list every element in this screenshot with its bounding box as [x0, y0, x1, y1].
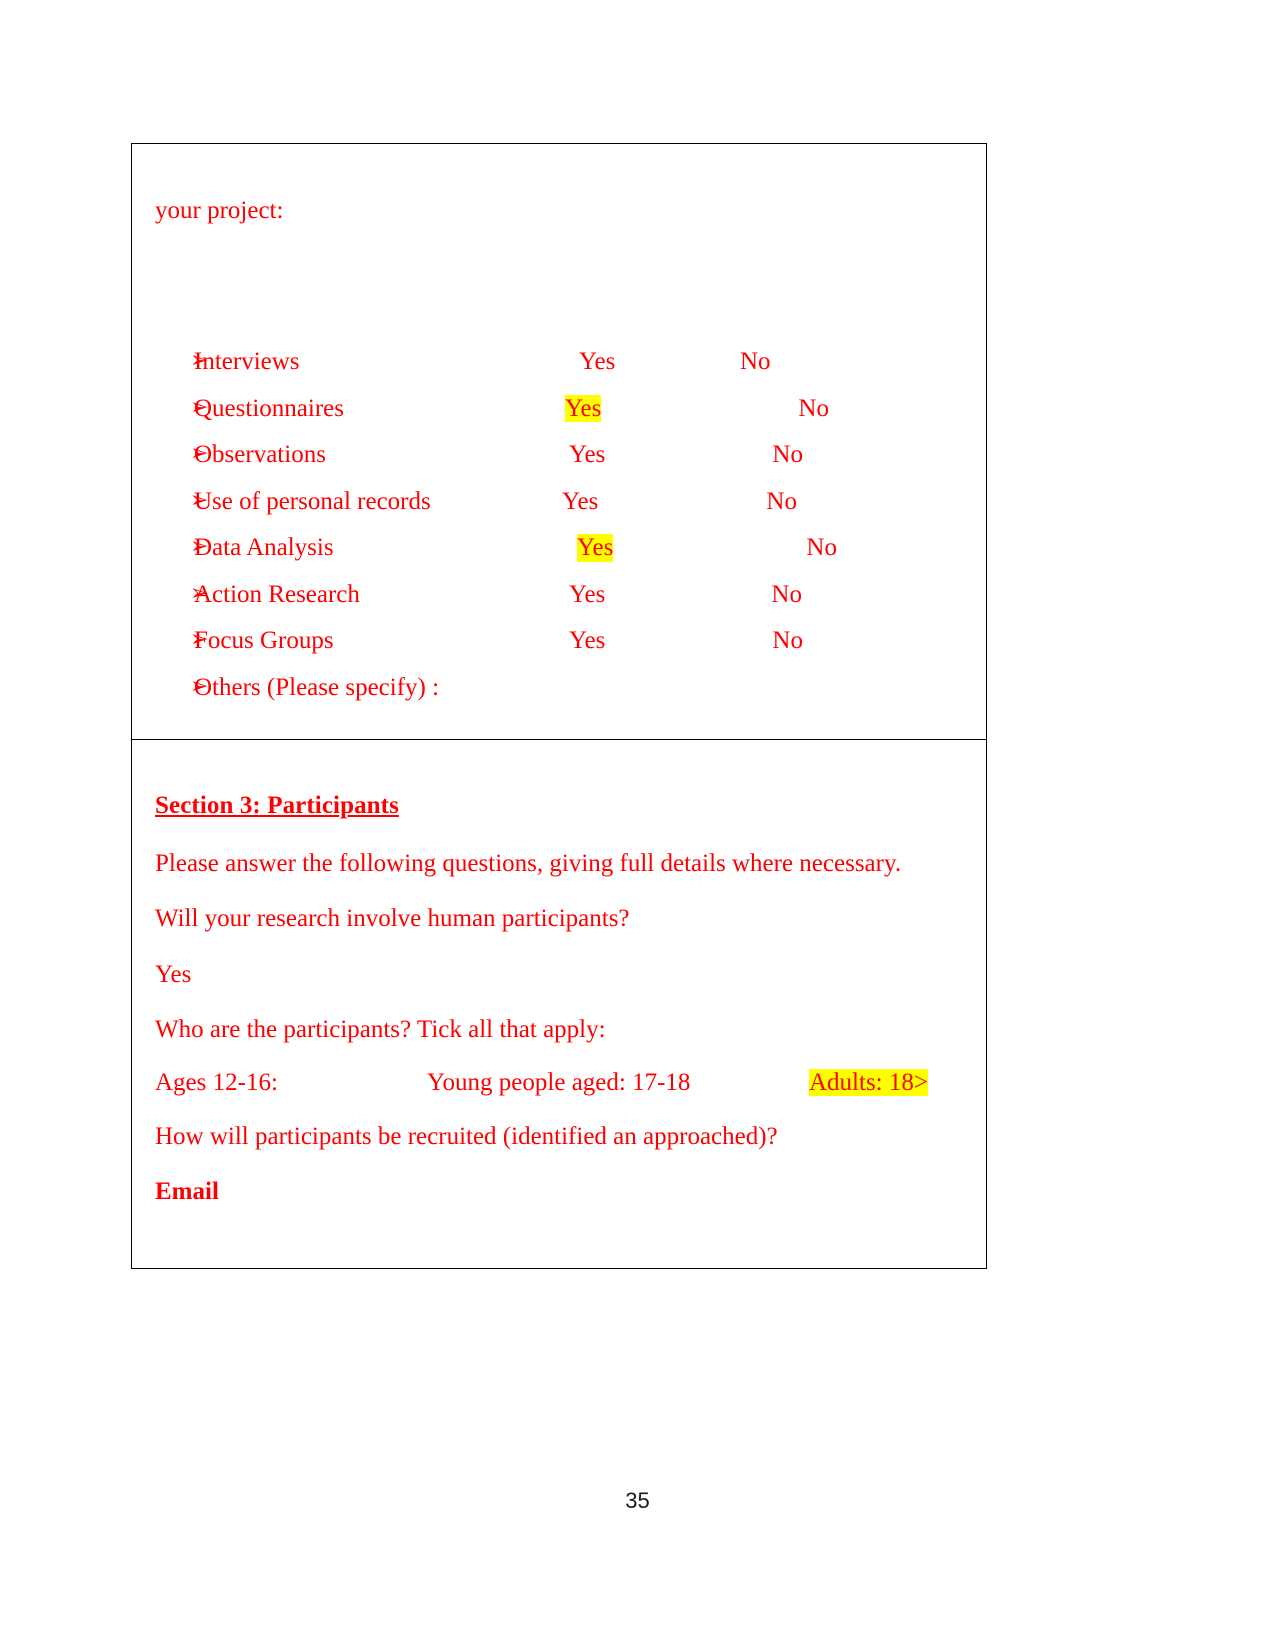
option-no[interactable]: No [771, 581, 802, 609]
option-no[interactable]: No [798, 395, 829, 423]
method-row-focus-groups[interactable]: ➢ Focus Groups Yes No [144, 627, 974, 655]
option-yes[interactable]: Yes [569, 581, 605, 609]
document-page: your project: ➢ Interviews Yes No ➢ Ques… [0, 0, 1275, 1651]
answer-human-participants: Yes [155, 960, 192, 988]
age-option-12-16[interactable]: Ages 12-16: [155, 1069, 427, 1097]
option-no[interactable]: No [766, 488, 797, 516]
option-yes[interactable]: Yes [569, 441, 605, 469]
method-label: Use of personal records [194, 487, 431, 515]
vertical-spacer [144, 226, 974, 348]
method-row-action-research[interactable]: ➢ Action Research Yes No [144, 581, 974, 609]
arrow-bullet-icon: ➢ [190, 580, 209, 606]
option-no[interactable]: No [806, 534, 837, 562]
age-option-17-18[interactable]: Young people aged: 17-18 [427, 1069, 809, 1097]
method-label: Observations [194, 441, 326, 468]
method-row-interviews[interactable]: ➢ Interviews Yes No [144, 348, 974, 376]
arrow-bullet-icon: ➢ [190, 627, 209, 652]
arrow-bullet-icon: ➢ [190, 673, 209, 699]
method-row-questionnaires[interactable]: ➢ Questionnaires Yes No [144, 394, 974, 423]
method-label: Interviews [194, 348, 300, 375]
method-label: Focus Groups [194, 627, 334, 654]
method-label: Action Research [194, 580, 360, 608]
intro-line: your project: [155, 197, 284, 224]
methods-cell: your project: ➢ Interviews Yes No ➢ Ques… [132, 144, 986, 740]
section-3-heading: Section 3: Participants [155, 792, 399, 819]
arrow-bullet-icon: ➢ [190, 348, 209, 373]
option-no[interactable]: No [772, 441, 803, 469]
method-row-data-analysis[interactable]: ➢ Data Analysis Yes No [144, 534, 974, 562]
arrow-bullet-icon: ➢ [190, 487, 209, 513]
age-option-adults[interactable]: Adults: 18> [809, 1069, 928, 1096]
option-yes[interactable]: Yes [577, 534, 614, 562]
question-human-participants: Will your research involve human partici… [155, 905, 630, 933]
age-options-row: Ages 12-16: Young people aged: 17-18 Adult… [155, 1069, 974, 1097]
method-row-observations[interactable]: ➢ Observations Yes No [144, 441, 974, 469]
participants-cell: Section 3: Participants Please answer th… [132, 740, 986, 1268]
arrow-bullet-icon: ➢ [190, 394, 209, 420]
arrow-bullet-icon: ➢ [190, 534, 209, 559]
instruction-paragraph: Please answer the following questions, g… [155, 850, 902, 877]
option-yes[interactable]: Yes [565, 394, 602, 422]
arrow-bullet-icon: ➢ [190, 441, 209, 466]
methods-list: ➢ Interviews Yes No ➢ Questionnaires Yes… [144, 348, 974, 701]
method-row-others[interactable]: ➢ Others (Please specify) : [144, 674, 974, 702]
form-table: your project: ➢ Interviews Yes No ➢ Ques… [131, 143, 987, 1269]
option-no[interactable]: No [772, 627, 803, 655]
option-no[interactable]: No [740, 348, 771, 376]
question-who-participants: Who are the participants? Tick all that … [155, 1015, 606, 1043]
question-recruitment: How will participants be recruited (iden… [155, 1123, 778, 1150]
method-row-personal-records[interactable]: ➢ Use of personal records Yes No [144, 488, 974, 516]
others-label: Others (Please specify) : [194, 673, 440, 701]
method-label: Data Analysis [194, 534, 334, 561]
option-yes[interactable]: Yes [562, 488, 598, 516]
answer-recruitment: Email [155, 1178, 219, 1206]
option-yes[interactable]: Yes [569, 627, 605, 655]
page-number: 35 [625, 1488, 650, 1513]
method-label: Questionnaires [194, 394, 344, 422]
